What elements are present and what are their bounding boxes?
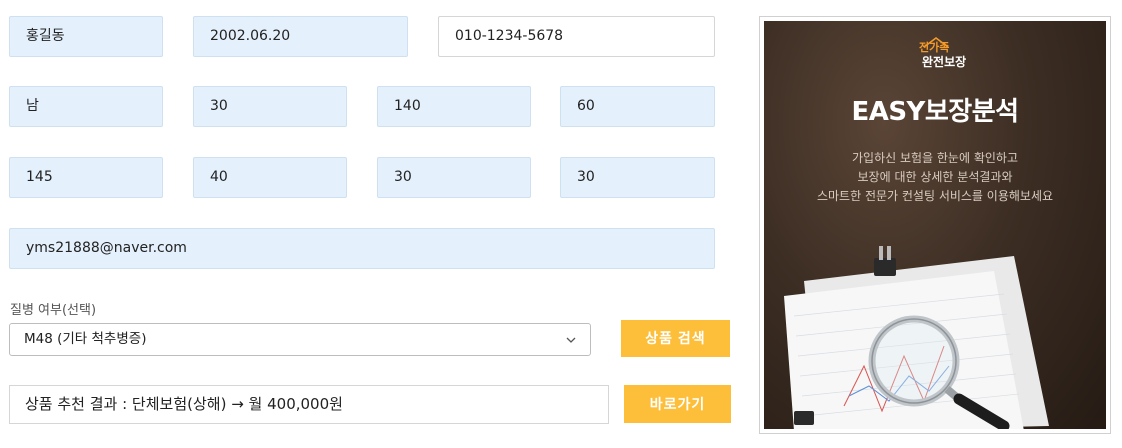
disease-select-value: M48 (기타 척추병증)	[24, 331, 147, 347]
svg-text:전가족: 전가족	[919, 40, 949, 54]
magnifier-documents-illustration	[784, 246, 1049, 429]
disease-select[interactable]: M48 (기타 척추병증)	[9, 323, 591, 356]
insurance-form-page: 홍길동 2002.06.20 010-1234-5678 남 30 140 60…	[0, 0, 1122, 448]
measure-field-1[interactable]: 145	[9, 157, 163, 198]
banner-desc-line-3: 스마트한 전문가 컨설팅 서비스를 이용해보세요	[816, 189, 1054, 203]
measure-field-2[interactable]: 40	[193, 157, 347, 198]
email-field[interactable]: yms21888@naver.com	[9, 228, 715, 269]
product-search-button[interactable]: 상품 검색	[621, 320, 730, 357]
go-button[interactable]: 바로가기	[624, 385, 731, 423]
banner-background: 전가족 완전보장 EASY보장분석 가입하신 보험을 한눈에 확인하고 보장에 …	[764, 21, 1106, 429]
disease-label: 질병 여부(선택)	[10, 303, 97, 318]
measure-field-4[interactable]: 30	[560, 157, 715, 198]
svg-text:완전보장: 완전보장	[922, 54, 966, 69]
gender-field[interactable]: 남	[9, 86, 163, 127]
weight-field[interactable]: 60	[560, 86, 715, 127]
phone-field[interactable]: 010-1234-5678	[438, 16, 715, 57]
chevron-down-icon	[566, 337, 576, 343]
recommendation-result: 상품 추천 결과 : 단체보험(상해) → 월 400,000원	[9, 385, 609, 424]
height-field[interactable]: 140	[377, 86, 531, 127]
easy-analysis-banner[interactable]: 전가족 완전보장 EASY보장분석 가입하신 보험을 한눈에 확인하고 보장에 …	[759, 16, 1111, 434]
banner-desc-line-1: 가입하신 보험을 한눈에 확인하고	[851, 151, 1018, 165]
age-field[interactable]: 30	[193, 86, 347, 127]
banner-title: EASY보장분석	[851, 97, 1019, 127]
banner-description: 가입하신 보험을 한눈에 확인하고 보장에 대한 상세한 분석결과와 스마트한 …	[764, 149, 1106, 206]
measure-field-3[interactable]: 30	[377, 157, 531, 198]
brand-logo: 전가족 완전보장	[919, 37, 966, 69]
name-field[interactable]: 홍길동	[9, 16, 163, 57]
binder-clip-icon	[874, 258, 896, 276]
birthdate-field[interactable]: 2002.06.20	[193, 16, 408, 57]
banner-desc-line-2: 보장에 대한 상세한 분석결과와	[857, 170, 1013, 184]
